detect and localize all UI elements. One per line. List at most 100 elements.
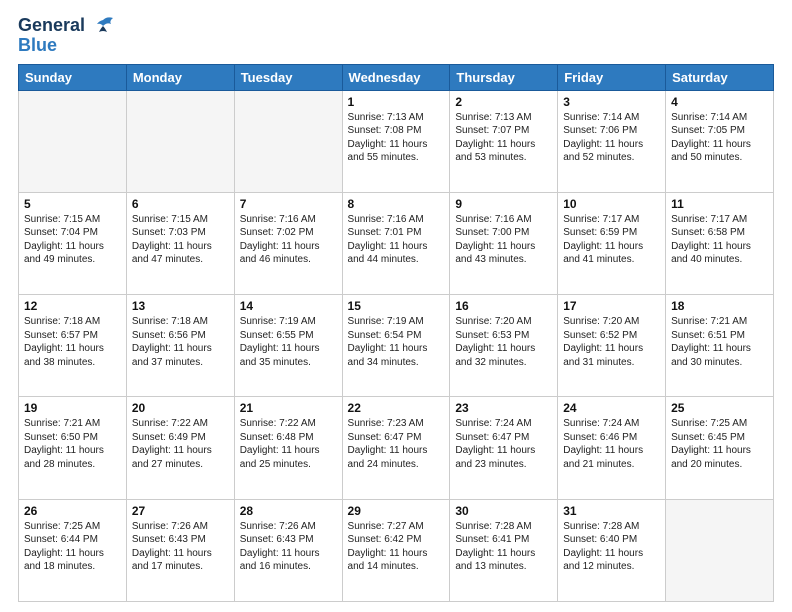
calendar-day-16: 16 Sunrise: 7:20 AM Sunset: 6:53 PM Dayli… <box>450 295 558 397</box>
day-info: Sunrise: 7:20 AM Sunset: 6:53 PM Dayligh… <box>455 315 552 369</box>
day-number: 21 <box>240 401 337 415</box>
day-number: 3 <box>563 95 660 109</box>
day-number: 1 <box>348 95 445 109</box>
day-info: Sunrise: 7:18 AM Sunset: 6:56 PM Dayligh… <box>132 315 229 369</box>
day-number: 7 <box>240 197 337 211</box>
day-number: 9 <box>455 197 552 211</box>
calendar-day-4: 4 Sunrise: 7:14 AM Sunset: 7:05 PM Daylig… <box>666 90 774 192</box>
day-number: 19 <box>24 401 121 415</box>
day-info: Sunrise: 7:16 AM Sunset: 7:02 PM Dayligh… <box>240 213 337 267</box>
calendar-empty-cell <box>666 499 774 601</box>
day-info: Sunrise: 7:25 AM Sunset: 6:44 PM Dayligh… <box>24 520 121 574</box>
day-info: Sunrise: 7:28 AM Sunset: 6:40 PM Dayligh… <box>563 520 660 574</box>
col-header-wednesday: Wednesday <box>342 64 450 90</box>
calendar-day-25: 25Sunrise: 7:25 AM Sunset: 6:45 PM Dayli… <box>666 397 774 499</box>
calendar-day-7: 7 Sunrise: 7:16 AM Sunset: 7:02 PM Daylig… <box>234 192 342 294</box>
calendar-empty-cell <box>234 90 342 192</box>
calendar-day-14: 14 Sunrise: 7:19 AM Sunset: 6:55 PM Dayli… <box>234 295 342 397</box>
day-info: Sunrise: 7:23 AM Sunset: 6:47 PM Dayligh… <box>348 417 445 471</box>
logo-general: General <box>18 15 85 35</box>
calendar-day-21: 21 Sunrise: 7:22 AM Sunset: 6:48 PM Dayli… <box>234 397 342 499</box>
col-header-tuesday: Tuesday <box>234 64 342 90</box>
day-number: 10 <box>563 197 660 211</box>
day-number: 15 <box>348 299 445 313</box>
day-info: Sunrise: 7:15 AM Sunset: 7:04 PM Dayligh… <box>24 213 121 267</box>
day-number: 14 <box>240 299 337 313</box>
day-number: 5 <box>24 197 121 211</box>
calendar-day-6: 6 Sunrise: 7:15 AM Sunset: 7:03 PM Daylig… <box>126 192 234 294</box>
calendar-day-9: 9Sunrise: 7:16 AM Sunset: 7:00 PM Daylig… <box>450 192 558 294</box>
calendar-week-row: 26 Sunrise: 7:25 AM Sunset: 6:44 PM Dayli… <box>19 499 774 601</box>
day-info: Sunrise: 7:22 AM Sunset: 6:48 PM Dayligh… <box>240 417 337 471</box>
calendar-day-24: 24 Sunrise: 7:24 AM Sunset: 6:46 PM Dayli… <box>558 397 666 499</box>
calendar-day-1: 1 Sunrise: 7:13 AM Sunset: 7:08 PM Daylig… <box>342 90 450 192</box>
calendar-week-row: 12 Sunrise: 7:18 AM Sunset: 6:57 PM Dayli… <box>19 295 774 397</box>
day-number: 25 <box>671 401 768 415</box>
logo-bird-icon <box>89 16 117 43</box>
day-number: 17 <box>563 299 660 313</box>
day-number: 18 <box>671 299 768 313</box>
logo: General Blue <box>18 16 117 56</box>
logo-blue: Blue <box>18 35 57 55</box>
day-info: Sunrise: 7:14 AM Sunset: 7:05 PM Dayligh… <box>671 111 768 165</box>
day-info: Sunrise: 7:17 AM Sunset: 6:59 PM Dayligh… <box>563 213 660 267</box>
day-number: 22 <box>348 401 445 415</box>
day-info: Sunrise: 7:15 AM Sunset: 7:03 PM Dayligh… <box>132 213 229 267</box>
day-info: Sunrise: 7:19 AM Sunset: 6:55 PM Dayligh… <box>240 315 337 369</box>
calendar-day-23: 23 Sunrise: 7:24 AM Sunset: 6:47 PM Dayli… <box>450 397 558 499</box>
day-number: 28 <box>240 504 337 518</box>
calendar-day-15: 15 Sunrise: 7:19 AM Sunset: 6:54 PM Dayli… <box>342 295 450 397</box>
calendar-empty-cell <box>19 90 127 192</box>
day-number: 20 <box>132 401 229 415</box>
day-info: Sunrise: 7:26 AM Sunset: 6:43 PM Dayligh… <box>240 520 337 574</box>
col-header-saturday: Saturday <box>666 64 774 90</box>
calendar-day-18: 18 Sunrise: 7:21 AM Sunset: 6:51 PM Dayli… <box>666 295 774 397</box>
day-info: Sunrise: 7:24 AM Sunset: 6:47 PM Dayligh… <box>455 417 552 471</box>
day-info: Sunrise: 7:21 AM Sunset: 6:50 PM Dayligh… <box>24 417 121 471</box>
day-number: 30 <box>455 504 552 518</box>
day-info: Sunrise: 7:20 AM Sunset: 6:52 PM Dayligh… <box>563 315 660 369</box>
day-info: Sunrise: 7:18 AM Sunset: 6:57 PM Dayligh… <box>24 315 121 369</box>
col-header-friday: Friday <box>558 64 666 90</box>
day-info: Sunrise: 7:19 AM Sunset: 6:54 PM Dayligh… <box>348 315 445 369</box>
calendar-day-11: 11 Sunrise: 7:17 AM Sunset: 6:58 PM Dayli… <box>666 192 774 294</box>
day-number: 24 <box>563 401 660 415</box>
day-info: Sunrise: 7:28 AM Sunset: 6:41 PM Dayligh… <box>455 520 552 574</box>
day-info: Sunrise: 7:21 AM Sunset: 6:51 PM Dayligh… <box>671 315 768 369</box>
calendar-week-row: 5 Sunrise: 7:15 AM Sunset: 7:04 PM Daylig… <box>19 192 774 294</box>
day-number: 13 <box>132 299 229 313</box>
day-number: 2 <box>455 95 552 109</box>
day-number: 12 <box>24 299 121 313</box>
calendar-header-row: SundayMondayTuesdayWednesdayThursdayFrid… <box>19 64 774 90</box>
calendar-day-28: 28 Sunrise: 7:26 AM Sunset: 6:43 PM Dayli… <box>234 499 342 601</box>
day-info: Sunrise: 7:13 AM Sunset: 7:08 PM Dayligh… <box>348 111 445 165</box>
day-number: 8 <box>348 197 445 211</box>
day-number: 16 <box>455 299 552 313</box>
calendar-day-26: 26 Sunrise: 7:25 AM Sunset: 6:44 PM Dayli… <box>19 499 127 601</box>
day-number: 29 <box>348 504 445 518</box>
day-number: 23 <box>455 401 552 415</box>
calendar-day-27: 27Sunrise: 7:26 AM Sunset: 6:43 PM Dayli… <box>126 499 234 601</box>
calendar-day-5: 5 Sunrise: 7:15 AM Sunset: 7:04 PM Daylig… <box>19 192 127 294</box>
day-number: 26 <box>24 504 121 518</box>
day-info: Sunrise: 7:27 AM Sunset: 6:42 PM Dayligh… <box>348 520 445 574</box>
day-info: Sunrise: 7:14 AM Sunset: 7:06 PM Dayligh… <box>563 111 660 165</box>
calendar-day-30: 30 Sunrise: 7:28 AM Sunset: 6:41 PM Dayli… <box>450 499 558 601</box>
calendar-day-2: 2 Sunrise: 7:13 AM Sunset: 7:07 PM Daylig… <box>450 90 558 192</box>
calendar-week-row: 19 Sunrise: 7:21 AM Sunset: 6:50 PM Dayli… <box>19 397 774 499</box>
col-header-sunday: Sunday <box>19 64 127 90</box>
day-number: 11 <box>671 197 768 211</box>
col-header-thursday: Thursday <box>450 64 558 90</box>
page-header: General Blue <box>18 16 774 56</box>
day-info: Sunrise: 7:24 AM Sunset: 6:46 PM Dayligh… <box>563 417 660 471</box>
calendar-table: SundayMondayTuesdayWednesdayThursdayFrid… <box>18 64 774 602</box>
day-number: 6 <box>132 197 229 211</box>
day-info: Sunrise: 7:17 AM Sunset: 6:58 PM Dayligh… <box>671 213 768 267</box>
day-info: Sunrise: 7:16 AM Sunset: 7:01 PM Dayligh… <box>348 213 445 267</box>
calendar-day-31: 31Sunrise: 7:28 AM Sunset: 6:40 PM Dayli… <box>558 499 666 601</box>
calendar-day-29: 29 Sunrise: 7:27 AM Sunset: 6:42 PM Dayli… <box>342 499 450 601</box>
day-info: Sunrise: 7:26 AM Sunset: 6:43 PM Dayligh… <box>132 520 229 574</box>
day-info: Sunrise: 7:13 AM Sunset: 7:07 PM Dayligh… <box>455 111 552 165</box>
calendar-day-3: 3 Sunrise: 7:14 AM Sunset: 7:06 PM Daylig… <box>558 90 666 192</box>
day-number: 4 <box>671 95 768 109</box>
